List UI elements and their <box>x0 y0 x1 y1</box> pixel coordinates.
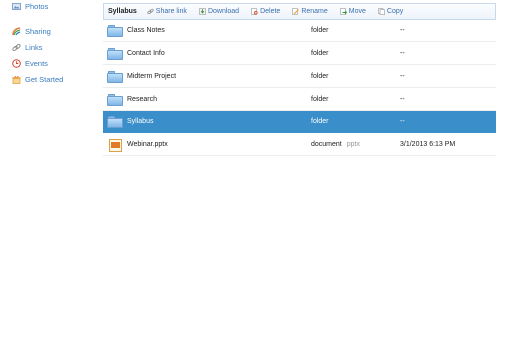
sharing-icon <box>12 26 21 36</box>
file-row-research[interactable]: Research folder -- <box>103 89 496 111</box>
sidebar-item-label: Sharing <box>25 26 51 36</box>
file-name: Webinar.pptx <box>127 141 168 148</box>
copy-icon <box>378 8 385 16</box>
download-icon <box>199 8 206 15</box>
delete-label: Delete <box>260 8 281 15</box>
download-button[interactable]: Download <box>199 8 239 15</box>
sidebar-item-links[interactable]: Links <box>12 41 43 53</box>
move-button[interactable]: Move <box>339 8 366 15</box>
rename-icon <box>292 8 300 15</box>
get-started-icon <box>12 75 21 84</box>
file-name: Class Notes <box>127 27 165 34</box>
delete-icon <box>251 8 258 15</box>
share-link-label: Share link <box>155 8 187 15</box>
copy-label: Copy <box>386 8 404 15</box>
file-toolbar: Syllabus Share link Download Delete Rena… <box>103 3 496 20</box>
move-icon <box>339 8 347 15</box>
move-label: Move <box>348 8 366 15</box>
share-link-icon <box>147 8 154 15</box>
folder-icon <box>107 94 123 106</box>
file-modified: -- <box>400 27 405 34</box>
file-row-webinar-pptx[interactable]: Webinar.pptx document pptx 3/1/2013 6:13 … <box>103 134 496 156</box>
folder-icon <box>107 116 123 128</box>
folder-icon <box>107 48 123 60</box>
file-type: document pptx <box>311 141 360 148</box>
file-type: folder <box>311 118 329 125</box>
links-icon <box>12 43 21 52</box>
folder-icon <box>107 71 123 83</box>
file-row-class-notes[interactable]: Class Notes folder -- <box>103 20 496 42</box>
file-row-midterm-project[interactable]: Midterm Project folder -- <box>103 66 496 88</box>
file-modified: -- <box>400 50 405 57</box>
sidebar-item-label: Get Started <box>25 74 64 84</box>
file-modified: -- <box>400 96 405 103</box>
delete-button[interactable]: Delete <box>251 8 280 15</box>
file-type: folder <box>311 96 329 103</box>
rename-button[interactable]: Rename <box>292 8 328 15</box>
file-row-contact-info[interactable]: Contact Info folder -- <box>103 43 496 65</box>
file-modified: -- <box>400 73 405 80</box>
copy-button[interactable]: Copy <box>378 8 404 16</box>
file-type: folder <box>311 50 329 57</box>
events-icon <box>12 58 21 68</box>
folder-icon <box>107 25 123 37</box>
sidebar-item-label: Links <box>25 42 43 52</box>
sidebar-item-get-started[interactable]: Get Started <box>12 73 63 85</box>
file-row-syllabus[interactable]: Syllabus folder -- <box>103 111 496 133</box>
file-name: Midterm Project <box>127 73 177 80</box>
sidebar-item-photos[interactable]: Photos <box>12 0 48 12</box>
share-link-button[interactable]: Share link <box>147 8 187 15</box>
sidebar-item-events[interactable]: Events <box>12 57 48 69</box>
rename-label: Rename <box>301 8 328 15</box>
photos-icon <box>12 2 21 11</box>
file-type: folder <box>311 73 329 80</box>
file-type: folder <box>311 27 329 34</box>
file-modified: 3/1/2013 6:13 PM <box>400 141 456 148</box>
file-name: Research <box>127 96 157 103</box>
file-name: Syllabus <box>127 118 154 125</box>
pptx-file-icon <box>107 139 123 152</box>
sidebar-item-label: Photos <box>25 1 49 11</box>
sidebar-item-sharing[interactable]: Sharing <box>12 25 51 37</box>
download-label: Download <box>207 8 240 15</box>
sidebar-item-label: Events <box>25 58 48 68</box>
current-folder-title: Syllabus <box>108 8 137 15</box>
file-name: Contact Info <box>127 50 165 57</box>
file-modified: -- <box>400 118 405 125</box>
